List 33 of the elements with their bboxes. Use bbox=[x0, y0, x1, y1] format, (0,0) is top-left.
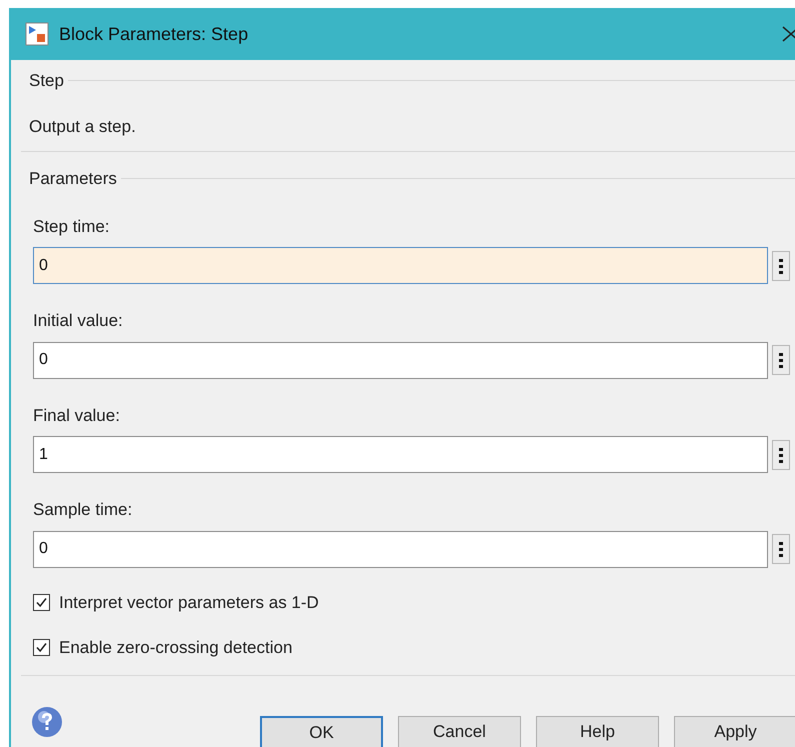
more-options-button[interactable] bbox=[772, 345, 790, 375]
parameter-field[interactable]: 0 bbox=[33, 247, 768, 284]
dots-icon bbox=[779, 541, 783, 557]
dots-icon bbox=[779, 446, 783, 462]
dots-icon bbox=[779, 352, 783, 368]
checkbox-label: Interpret vector parameters as 1-D bbox=[59, 592, 319, 614]
more-options-button[interactable] bbox=[772, 250, 790, 280]
checkbox[interactable] bbox=[33, 639, 50, 656]
parameter-field[interactable]: 1 bbox=[33, 436, 768, 473]
dialog-button[interactable]: Apply bbox=[674, 716, 795, 747]
help-icon[interactable] bbox=[31, 706, 63, 738]
checkbox[interactable] bbox=[33, 594, 50, 611]
field-label: Step time: bbox=[33, 216, 110, 238]
group-label: Parameters bbox=[29, 168, 117, 190]
group-label: Step bbox=[29, 70, 64, 92]
checkmark-icon bbox=[35, 596, 48, 609]
more-options-button[interactable] bbox=[772, 534, 790, 564]
parameter-field[interactable]: 0 bbox=[33, 342, 768, 378]
window-title: Block Parameters: Step bbox=[59, 22, 248, 46]
field-label: Sample time: bbox=[33, 499, 132, 521]
close-icon[interactable] bbox=[781, 25, 795, 43]
description-text: Output a step. bbox=[29, 116, 136, 138]
dots-icon bbox=[779, 258, 783, 274]
parameter-field[interactable]: 0 bbox=[33, 530, 768, 568]
dialog-button[interactable]: Cancel bbox=[398, 716, 521, 747]
checkbox-label: Enable zero-crossing detection bbox=[59, 637, 292, 659]
field-label: Initial value: bbox=[33, 310, 123, 332]
field-label: Final value: bbox=[33, 404, 120, 426]
checkmark-icon bbox=[35, 641, 48, 654]
dialog-button[interactable]: Help bbox=[536, 716, 659, 747]
more-options-button[interactable] bbox=[772, 440, 790, 470]
dialog-button[interactable]: OK bbox=[260, 716, 383, 747]
block-icon bbox=[25, 22, 49, 46]
